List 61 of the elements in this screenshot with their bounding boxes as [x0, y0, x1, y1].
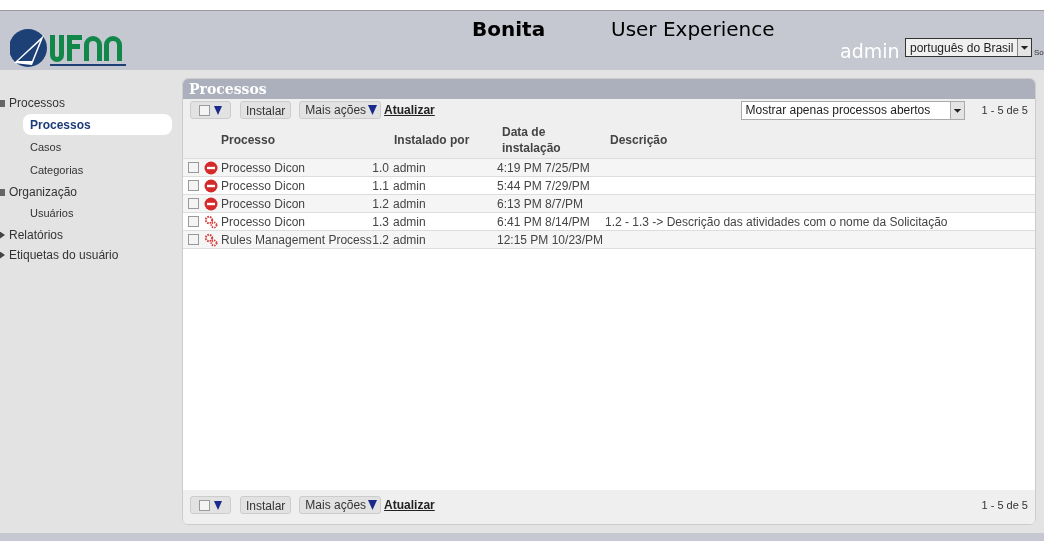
panel-title: Processos [189, 79, 267, 99]
checkbox[interactable] [188, 198, 199, 209]
language-select[interactable]: português do Brasil [905, 38, 1032, 57]
column-header[interactable]: Instalado por [394, 130, 502, 149]
cut-link[interactable]: So [1034, 47, 1044, 59]
checkbox[interactable] [188, 216, 199, 227]
installer-cell-text: admin [393, 195, 427, 213]
process-name[interactable]: Processo Dicon [221, 212, 371, 231]
version-cell-text: 1.0 [371, 159, 389, 177]
refresh-link[interactable]: Atualizar [384, 496, 435, 514]
date-cell-text: 5:44 PM 7/29/PM [497, 177, 591, 195]
date-cell-text: 6:13 PM 8/7/PM [497, 195, 585, 213]
date-cell-text: 6:41 PM 8/14/PM [497, 213, 591, 231]
checkbox[interactable] [188, 162, 199, 173]
select-menu-button[interactable] [190, 101, 231, 119]
version-cell-text: 1.1 [371, 177, 389, 195]
app-title: Bonita [472, 16, 546, 43]
nav-item[interactable]: Usuários [23, 203, 172, 224]
install-button[interactable]: Instalar [240, 496, 292, 514]
column-header[interactable]: Descrição [610, 130, 668, 149]
paging-text: 1 - 5 de 5 [981, 102, 1028, 118]
refresh-link[interactable]: Atualizar [384, 101, 435, 119]
more-actions-button[interactable]: Mais ações [299, 496, 382, 514]
nav-group[interactable]: Processos [0, 94, 182, 112]
caret-icon [368, 500, 378, 510]
installer-cell-text: admin [393, 213, 427, 231]
gears-icon [204, 232, 218, 247]
paging-text: 1 - 5 de 5 [981, 497, 1028, 513]
caret-icon [214, 105, 222, 115]
checkbox[interactable] [188, 234, 199, 245]
select-menu-button[interactable] [190, 496, 231, 514]
checkbox[interactable] [188, 180, 199, 191]
more-actions-button[interactable]: Mais ações [299, 101, 382, 119]
description-cell-text: 1.2 - 1.3 -> Descrição das atividades com o nome da Solicitação [605, 213, 948, 231]
version-cell-text: 1.3 [371, 213, 389, 231]
column-header[interactable]: Processo [221, 130, 394, 149]
nav-group[interactable]: Relatórios [0, 226, 182, 244]
installer-cell-text: admin [393, 159, 427, 177]
gears-icon [204, 214, 218, 229]
date-cell-text: 4:19 PM 7/25/PM [497, 159, 591, 177]
process-name[interactable]: Rules Management Process [221, 230, 371, 249]
process-name[interactable]: Processo Dicon [221, 158, 371, 177]
process-name[interactable]: Processo Dicon [221, 194, 371, 213]
version-cell-text: 1.2 [371, 195, 389, 213]
user-name: admin [840, 39, 900, 64]
version-cell-text: 1.2 [371, 231, 389, 249]
caret-icon [214, 500, 222, 510]
date-cell-text: 12:15 PM 10/23/PM [497, 231, 605, 249]
nav-group[interactable]: Etiquetas do usuário [0, 246, 182, 264]
column-header[interactable]: Data de instalação [502, 123, 582, 156]
installer-cell-text: admin [393, 231, 427, 249]
nav-item[interactable]: Casos [23, 137, 172, 158]
nav-item[interactable]: Processos [23, 114, 172, 135]
caret-icon [368, 105, 378, 115]
app-subtitle: User Experience [611, 16, 775, 43]
filter-select[interactable]: Mostrar apenas processos abertos [740, 100, 965, 120]
installer-cell-text: admin [393, 177, 427, 195]
nav-item[interactable]: Categorias [23, 160, 172, 181]
nav-group[interactable]: Organização [0, 183, 182, 201]
install-button[interactable]: Instalar [240, 101, 292, 119]
process-name[interactable]: Processo Dicon [221, 176, 371, 195]
